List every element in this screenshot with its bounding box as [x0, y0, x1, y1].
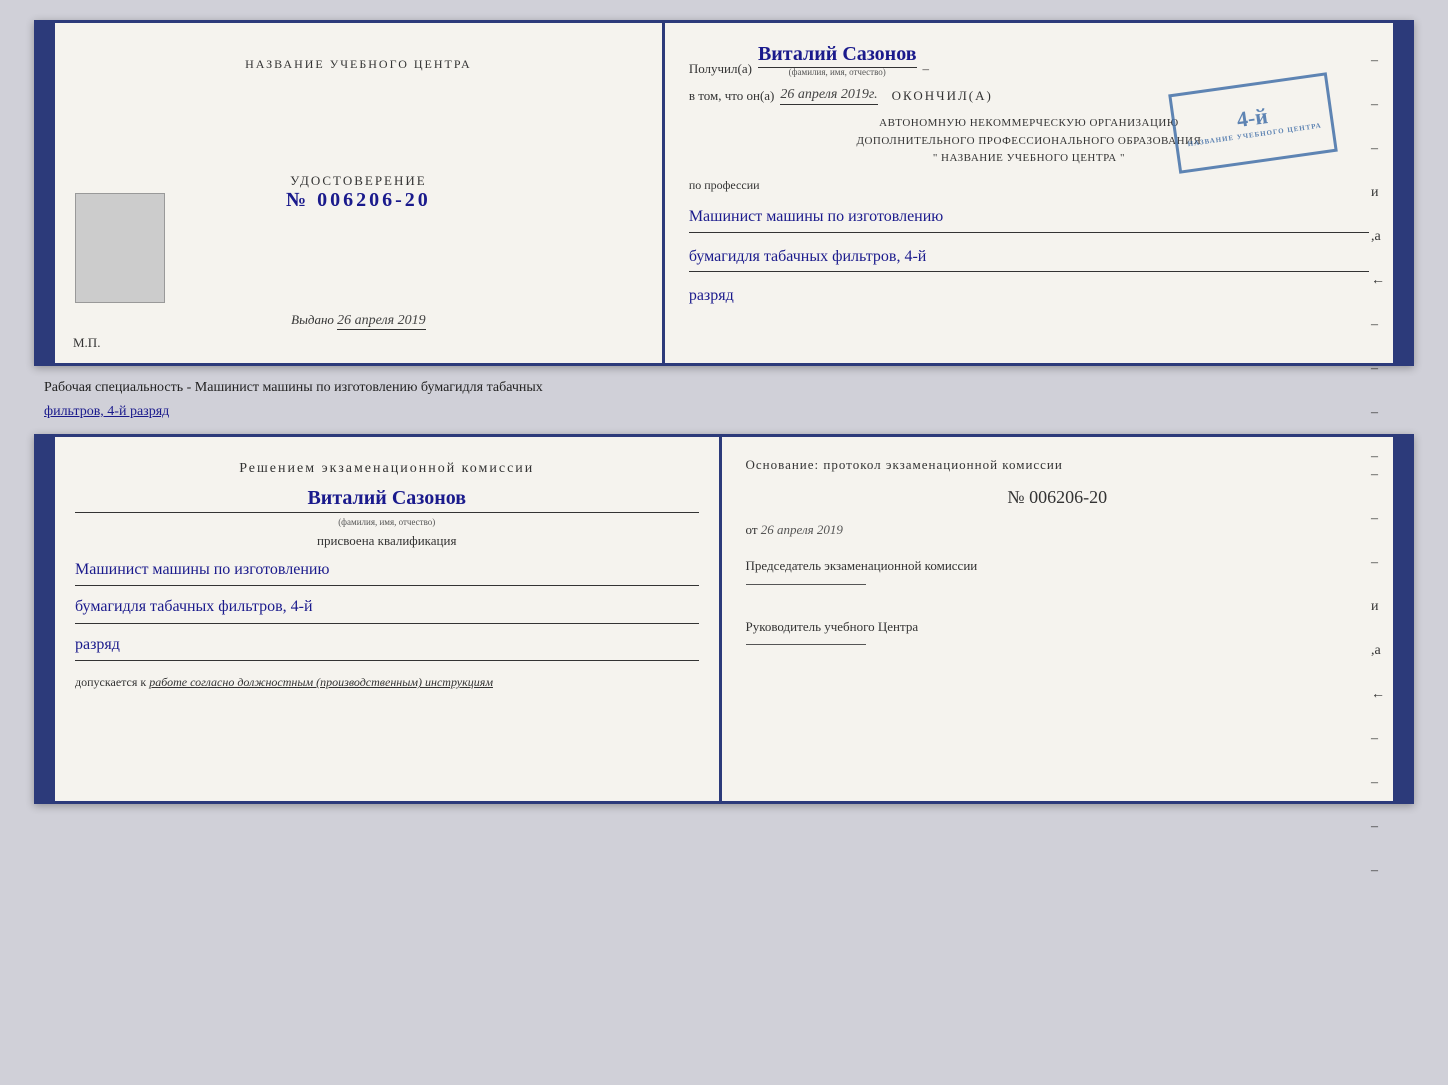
cert-org-title: НАЗВАНИЕ УЧЕБНОГО ЦЕНТРА	[245, 57, 472, 72]
separator-text: Рабочая специальность - Машинист машины …	[34, 376, 834, 400]
cert-number: № 006206-20	[286, 189, 431, 212]
osnov-label: Основание: протокол экзаменационной коми…	[746, 457, 1370, 473]
profession-label: по профессии	[689, 178, 1369, 193]
issued-date: 26 апреля 2019	[337, 313, 425, 330]
ot-prefix: от	[746, 522, 758, 537]
vtom-prefix: в том, что он(а)	[689, 88, 775, 104]
head-signature-line	[746, 644, 866, 645]
person-name-block: Виталий Сазонов (фамилия, имя, отчество)	[75, 483, 699, 527]
profession-text3: разряд	[689, 282, 1369, 311]
received-prefix: Получил(а)	[689, 61, 752, 77]
chairman-signature-line	[746, 584, 866, 585]
head-block: Руководитель учебного Центра	[746, 617, 1370, 654]
bottom-right-page: Основание: протокол экзаменационной коми…	[722, 437, 1394, 801]
separator-underline: фильтров, 4-й разряд	[34, 400, 834, 424]
finished-label: окончил(а)	[892, 88, 993, 104]
recipient-name: Виталий Сазонов	[758, 43, 917, 68]
head-label: Руководитель учебного Центра	[746, 617, 1370, 637]
bottom-certificate: Решением экзаменационной комиссии Витали…	[34, 434, 1414, 804]
admitted-prefix: допускается к	[75, 675, 146, 689]
top-left-page: НАЗВАНИЕ УЧЕБНОГО ЦЕНТРА УДОСТОВЕРЕНИЕ №…	[55, 23, 665, 363]
chairman-label: Председатель экзаменационной комиссии	[746, 556, 1370, 576]
admitted-text: работе согласно должностным (производств…	[149, 675, 493, 689]
bottom-left-page: Решением экзаменационной комиссии Витали…	[55, 437, 722, 801]
dash-separator: –	[923, 61, 930, 77]
chairman-block: Председатель экзаменационной комиссии	[746, 556, 1370, 593]
document-wrapper: НАЗВАНИЕ УЧЕБНОГО ЦЕНТРА УДОСТОВЕРЕНИЕ №…	[34, 20, 1414, 804]
decision-title: Решением экзаменационной комиссии	[75, 461, 699, 477]
spine-right	[1393, 23, 1411, 363]
cert-number-block: УДОСТОВЕРЕНИЕ № 006206-20	[286, 173, 431, 212]
spine-right-bottom	[1393, 437, 1411, 801]
side-dashes-bottom: – – – и ,а ← – – – –	[1371, 467, 1385, 879]
ot-date: 26 апреля 2019	[761, 522, 843, 537]
protocol-number: № 006206-20	[746, 487, 1370, 508]
recipient-line: Получил(а) Виталий Сазонов (фамилия, имя…	[689, 43, 1369, 77]
qual-line1: Машинист машины по изготовлению	[75, 555, 699, 586]
mp-label: М.П.	[73, 335, 100, 351]
recipient-sublabel: (фамилия, имя, отчество)	[758, 67, 917, 77]
issued-prefix: Выдано	[291, 312, 334, 327]
qual-line2: бумагидля табачных фильтров, 4-й	[75, 592, 699, 623]
qual-line3: разряд	[75, 630, 699, 661]
spine-left-bottom	[37, 437, 55, 801]
person-name: Виталий Сазонов	[75, 487, 699, 513]
ot-line: от 26 апреля 2019	[746, 522, 1370, 538]
separator-block: Рабочая специальность - Машинист машины …	[34, 376, 1414, 424]
issued-line: Выдано 26 апреля 2019	[291, 312, 426, 329]
profession-text1: Машинист машины по изготовлению	[689, 203, 1369, 233]
top-certificate: НАЗВАНИЕ УЧЕБНОГО ЦЕНТРА УДОСТОВЕРЕНИЕ №…	[34, 20, 1414, 366]
vtom-date: 26 апреля 2019г.	[780, 87, 877, 105]
spine-left	[37, 23, 55, 363]
admitted-line: допускается к работе согласно должностны…	[75, 675, 699, 690]
person-sublabel: (фамилия, имя, отчество)	[75, 517, 699, 527]
photo-placeholder	[75, 193, 165, 303]
top-right-page: Получил(а) Виталий Сазонов (фамилия, имя…	[665, 23, 1393, 363]
side-dashes-top: – – – и ,а ← – – – –	[1371, 53, 1385, 465]
separator-underline-span: фильтров, 4-й разряд	[44, 404, 169, 419]
assigned-label: присвоена квалификация	[75, 533, 699, 549]
cert-label: УДОСТОВЕРЕНИЕ	[286, 173, 431, 189]
profession-text2: бумагидля табачных фильтров, 4-й	[689, 243, 1369, 273]
recipient-name-block: Виталий Сазонов (фамилия, имя, отчество)	[758, 43, 917, 77]
